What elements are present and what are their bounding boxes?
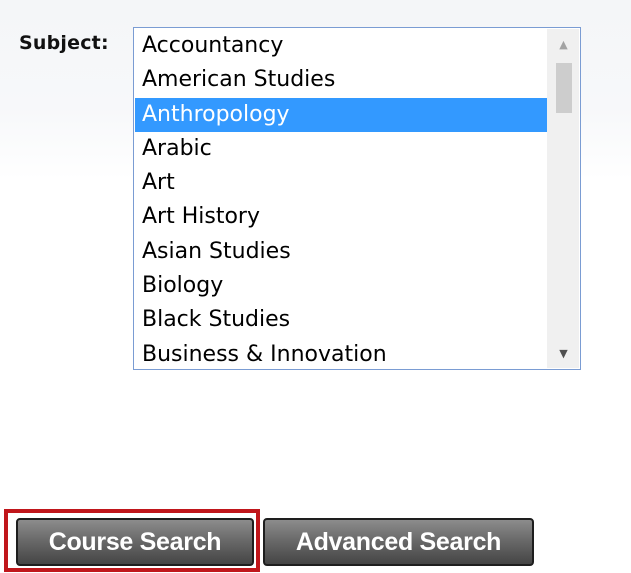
subject-option-anthropology[interactable]: Anthropology — [135, 97, 548, 132]
subject-option-art[interactable]: Art — [135, 166, 548, 200]
course-search-highlight — [4, 509, 260, 572]
subject-option-art-history[interactable]: Art History — [135, 200, 548, 234]
triangle-up-icon[interactable]: ▲ — [548, 29, 579, 59]
triangle-down-icon[interactable]: ▼ — [548, 338, 579, 368]
subject-option-business-innovation[interactable]: Business & Innovation — [135, 338, 548, 369]
subject-option-biology[interactable]: Biology — [135, 269, 548, 303]
subject-option-arabic[interactable]: Arabic — [135, 132, 548, 166]
subject-option-asian-studies[interactable]: Asian Studies — [135, 235, 548, 269]
subject-options-list[interactable]: Accountancy American Studies Anthropolog… — [135, 29, 548, 369]
subject-listbox[interactable]: Accountancy American Studies Anthropolog… — [133, 27, 581, 370]
subject-option-accountancy[interactable]: Accountancy — [135, 29, 548, 63]
subject-option-black-studies[interactable]: Black Studies — [135, 303, 548, 337]
scrollbar-thumb[interactable] — [556, 63, 572, 113]
subject-label: Subject: — [19, 32, 109, 54]
advanced-search-button[interactable]: Advanced Search — [263, 518, 534, 566]
listbox-scrollbar[interactable]: ▲ ▼ — [547, 29, 579, 368]
subject-option-american-studies[interactable]: American Studies — [135, 63, 548, 97]
